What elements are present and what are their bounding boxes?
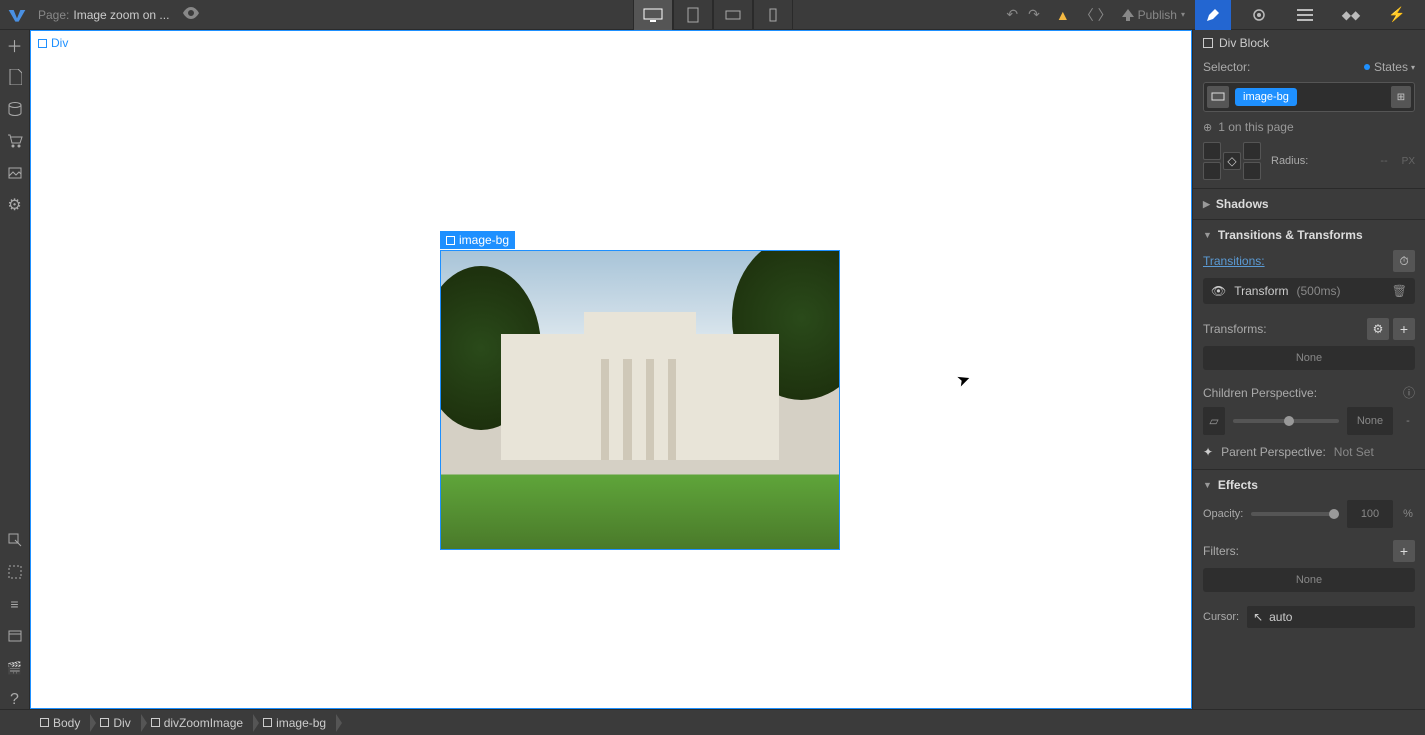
pointer-icon: ↖ bbox=[1253, 610, 1263, 624]
breadcrumb-item[interactable]: image-bg bbox=[253, 710, 336, 735]
cursor-dropdown[interactable]: ↖ auto bbox=[1247, 606, 1415, 628]
bp-phone-landscape[interactable] bbox=[713, 0, 753, 30]
left-toolbar: ＋ ⚙ ≡ 🎬 ? bbox=[0, 30, 30, 709]
opacity-slider[interactable] bbox=[1251, 512, 1339, 516]
device-icon bbox=[1207, 86, 1229, 108]
opacity-label: Opacity: bbox=[1203, 508, 1243, 520]
cursor-label: Cursor: bbox=[1203, 611, 1239, 623]
element-type-row: Div Block bbox=[1193, 30, 1425, 56]
breakpoint-switcher bbox=[633, 0, 793, 30]
assets-icon[interactable] bbox=[6, 164, 24, 182]
filters-label: Filters: bbox=[1203, 544, 1239, 558]
redo-icon[interactable]: ↷ bbox=[1028, 6, 1040, 23]
transforms-add-icon[interactable]: + bbox=[1393, 318, 1415, 340]
border-radius-control: ◇ Radius: -- PX bbox=[1193, 142, 1425, 188]
undo-icon[interactable]: ↶ bbox=[1006, 6, 1018, 23]
visibility-icon[interactable]: 👁 bbox=[1211, 284, 1226, 298]
code-icon[interactable]: 〈 〉 bbox=[1080, 5, 1112, 25]
div-icon bbox=[446, 236, 455, 245]
bp-tablet[interactable] bbox=[673, 0, 713, 30]
filters-add-icon[interactable]: + bbox=[1393, 540, 1415, 562]
div-icon bbox=[38, 39, 47, 48]
class-tag[interactable]: image-bg bbox=[1235, 88, 1297, 106]
transitions-timer-icon[interactable]: ⏱ bbox=[1393, 250, 1415, 272]
children-perspective-label: Children Perspective: bbox=[1203, 386, 1317, 400]
add-icon[interactable]: ＋ bbox=[6, 36, 24, 54]
corner-bl[interactable] bbox=[1203, 162, 1221, 180]
navigator-tab[interactable] bbox=[1287, 0, 1323, 30]
canvas[interactable]: Div image-bg ➤ bbox=[30, 30, 1192, 709]
settings-tab[interactable] bbox=[1241, 0, 1277, 30]
page-label: Page: bbox=[38, 8, 69, 22]
interactions-tab[interactable]: ◆◆ bbox=[1333, 0, 1369, 30]
webflow-logo[interactable] bbox=[4, 2, 30, 28]
spacing-icon[interactable]: ≡ bbox=[6, 595, 24, 613]
parent-perspective-label: Parent Perspective: bbox=[1221, 445, 1326, 459]
corner-tl[interactable] bbox=[1203, 142, 1221, 160]
effects-section-header[interactable]: ▼Effects bbox=[1193, 470, 1425, 500]
opacity-unit: % bbox=[1401, 508, 1415, 520]
warning-icon[interactable]: ▲ bbox=[1056, 7, 1070, 23]
breadcrumb-item[interactable]: Div bbox=[90, 710, 140, 735]
selector-field[interactable]: image-bg ⊞ bbox=[1203, 82, 1415, 112]
pages-icon[interactable] bbox=[6, 68, 24, 86]
parent-perspective-icon: ✦ bbox=[1203, 445, 1213, 459]
opacity-value[interactable]: 100 bbox=[1347, 500, 1393, 528]
transitions-label[interactable]: Transitions: bbox=[1203, 254, 1265, 268]
transition-item[interactable]: 👁 Transform (500ms) 🗑 bbox=[1203, 278, 1415, 304]
page-name[interactable]: Image zoom on ... bbox=[73, 8, 169, 22]
filters-none[interactable]: None bbox=[1203, 568, 1415, 592]
instance-count[interactable]: ⊕ 1 on this page bbox=[1193, 116, 1425, 142]
preview-icon[interactable] bbox=[183, 7, 199, 22]
settings-icon[interactable]: ⚙ bbox=[6, 196, 24, 214]
bp-desktop[interactable] bbox=[633, 0, 673, 30]
transforms-settings-icon[interactable]: ⚙ bbox=[1367, 318, 1389, 340]
expand-selector-icon[interactable]: ⊞ bbox=[1391, 86, 1411, 108]
style-tab[interactable] bbox=[1195, 0, 1231, 30]
radius-unit[interactable]: PX bbox=[1402, 156, 1415, 167]
corner-tr[interactable] bbox=[1243, 142, 1261, 160]
radius-label: Radius: bbox=[1271, 155, 1308, 167]
selector-label: Selector: bbox=[1203, 60, 1250, 74]
cms-icon[interactable] bbox=[6, 100, 24, 118]
corner-all[interactable]: ◇ bbox=[1223, 152, 1241, 170]
top-bar: Page: Image zoom on ... ↶ ↷ ▲ 〈 〉 Publis… bbox=[0, 0, 1425, 30]
publish-button[interactable]: Publish ▾ bbox=[1122, 8, 1185, 22]
perspective-icon[interactable]: ▱ bbox=[1203, 407, 1225, 435]
children-perspective-unit[interactable]: - bbox=[1401, 415, 1415, 427]
transitions-section-header[interactable]: ▼Transitions & Transforms bbox=[1193, 220, 1425, 250]
transforms-none[interactable]: None bbox=[1203, 346, 1415, 370]
xray-icon[interactable] bbox=[6, 627, 24, 645]
selected-element[interactable]: image-bg bbox=[440, 250, 840, 550]
radius-value[interactable]: -- bbox=[1380, 155, 1387, 167]
shadows-section-header[interactable]: ▶Shadows bbox=[1193, 189, 1425, 219]
states-dropdown[interactable]: States ▾ bbox=[1364, 60, 1415, 74]
bp-phone[interactable] bbox=[753, 0, 793, 30]
parent-perspective-value: Not Set bbox=[1334, 445, 1374, 459]
help-icon[interactable]: ? bbox=[6, 691, 24, 709]
transforms-label: Transforms: bbox=[1203, 322, 1267, 336]
image-placeholder bbox=[440, 250, 840, 550]
video-icon[interactable]: 🎬 bbox=[6, 659, 24, 677]
info-icon[interactable]: ⓘ bbox=[1403, 384, 1415, 401]
delete-icon[interactable]: 🗑 bbox=[1392, 284, 1407, 298]
selected-element-badge[interactable]: image-bg bbox=[440, 231, 515, 249]
marquee-icon[interactable] bbox=[6, 563, 24, 581]
breadcrumb-item[interactable]: Body bbox=[36, 710, 90, 735]
div-icon bbox=[1203, 38, 1213, 48]
children-perspective-value[interactable]: None bbox=[1347, 407, 1393, 435]
ecommerce-icon[interactable] bbox=[6, 132, 24, 150]
lightning-tab[interactable]: ⚡ bbox=[1379, 0, 1415, 30]
children-perspective-slider[interactable] bbox=[1233, 419, 1339, 423]
target-icon: ⊕ bbox=[1203, 121, 1212, 134]
breadcrumb-item[interactable]: divZoomImage bbox=[141, 710, 253, 735]
canvas-outer-badge[interactable]: Div bbox=[34, 34, 72, 52]
select-tool-icon[interactable] bbox=[6, 531, 24, 549]
corner-br[interactable] bbox=[1243, 162, 1261, 180]
style-panel: Div Block Selector: States ▾ image-bg ⊞ … bbox=[1192, 30, 1425, 709]
breadcrumb: Body Div divZoomImage image-bg bbox=[0, 709, 1425, 735]
